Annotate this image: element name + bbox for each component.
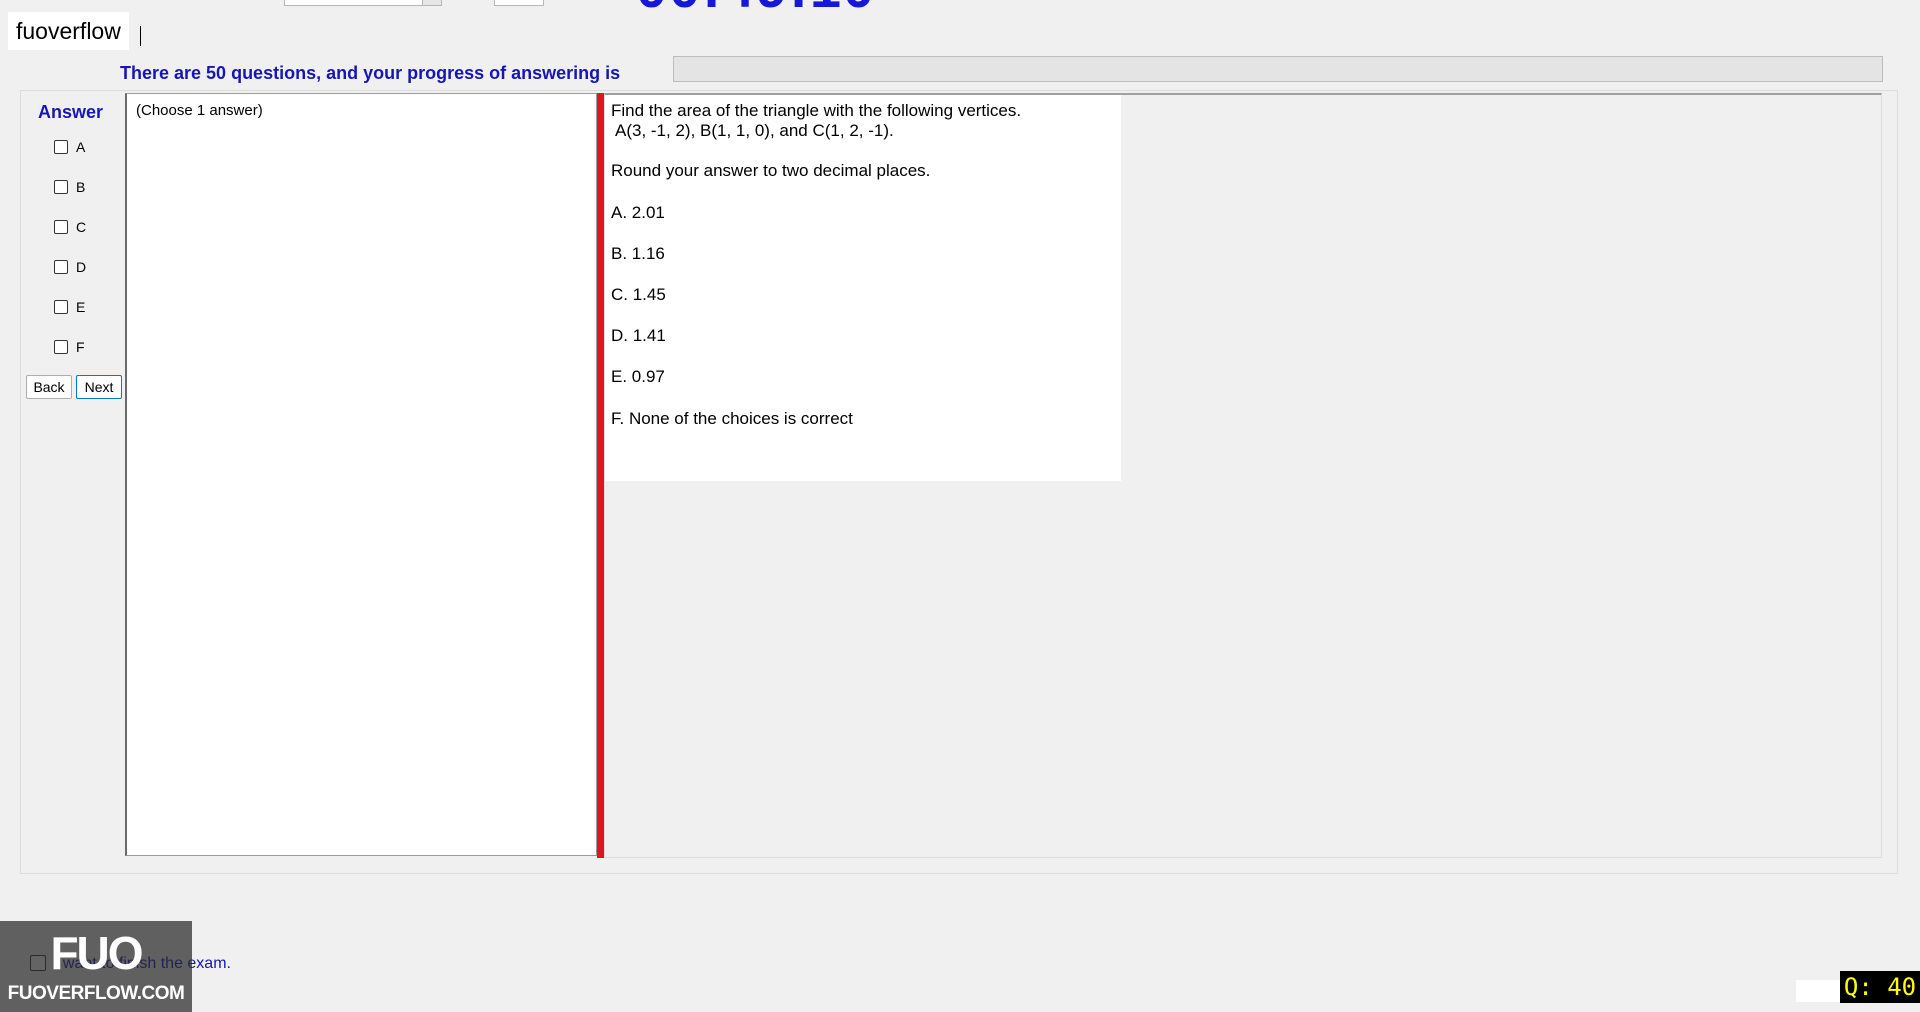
- option-a-checkbox[interactable]: A: [54, 137, 85, 157]
- question-text: Find the area of the triangle with the f…: [611, 101, 1022, 120]
- checkbox-box[interactable]: [54, 140, 68, 154]
- counter-background: [1796, 980, 1844, 1002]
- question-content: Find the area of the triangle with the f…: [605, 95, 1121, 481]
- logo-subtext: FUOVERFLOW.COM: [7, 983, 185, 1004]
- choice-c: C. 1.45: [611, 285, 666, 304]
- brand-label: fuoverflow: [8, 12, 129, 50]
- exam-code-combobox[interactable]: [284, 0, 442, 6]
- answer-heading: Answer: [38, 102, 104, 122]
- option-label: C: [76, 219, 87, 235]
- checkbox-box[interactable]: [54, 260, 68, 274]
- text-cursor: [140, 26, 141, 46]
- answer-progress-bar: [673, 56, 1883, 82]
- choose-hint: (Choose 1 answer): [136, 102, 263, 119]
- back-button[interactable]: Back: [26, 375, 72, 399]
- option-label: A: [76, 139, 86, 155]
- option-label: F: [76, 339, 85, 355]
- logo-mark: FUO: [50, 927, 143, 979]
- option-e-checkbox[interactable]: E: [54, 297, 85, 317]
- option-label: D: [76, 259, 87, 275]
- choice-a: A. 2.01: [611, 203, 665, 222]
- answer-notes-panel[interactable]: (Choose 1 answer): [125, 93, 597, 856]
- exam-timer: 00:49:10: [636, 0, 876, 16]
- checkbox-box[interactable]: [54, 180, 68, 194]
- progress-text: There are 50 questions, and your progres…: [120, 63, 621, 83]
- checkbox-box[interactable]: [54, 220, 68, 234]
- question-instruction: Round your answer to two decimal places.: [611, 161, 931, 180]
- choice-e: E. 0.97: [611, 367, 665, 386]
- question-panel: Find the area of the triangle with the f…: [604, 93, 1882, 858]
- fuoverflow-logo: FUO FUOVERFLOW.COM: [0, 921, 192, 1012]
- option-f-checkbox[interactable]: F: [54, 337, 85, 357]
- option-c-checkbox[interactable]: C: [54, 217, 86, 237]
- font-size-box[interactable]: [494, 0, 544, 6]
- choice-f: F. None of the choices is correct: [611, 409, 853, 428]
- option-label: B: [76, 179, 86, 195]
- panel-splitter[interactable]: [597, 93, 604, 858]
- option-d-checkbox[interactable]: D: [54, 257, 86, 277]
- question-vertices: A(3, -1, 2), B(1, 1, 0), and C(1, 2, -1)…: [615, 121, 894, 140]
- checkbox-box[interactable]: [54, 300, 68, 314]
- option-label: E: [76, 299, 86, 315]
- choice-b: B. 1.16: [611, 244, 665, 263]
- choice-d: D. 1.41: [611, 326, 666, 345]
- checkbox-box[interactable]: [54, 340, 68, 354]
- next-button[interactable]: Next: [76, 375, 122, 399]
- question-counter: Q: 40: [1840, 971, 1920, 1003]
- combobox-dropdown-button[interactable]: [422, 0, 441, 5]
- option-b-checkbox[interactable]: B: [54, 177, 85, 197]
